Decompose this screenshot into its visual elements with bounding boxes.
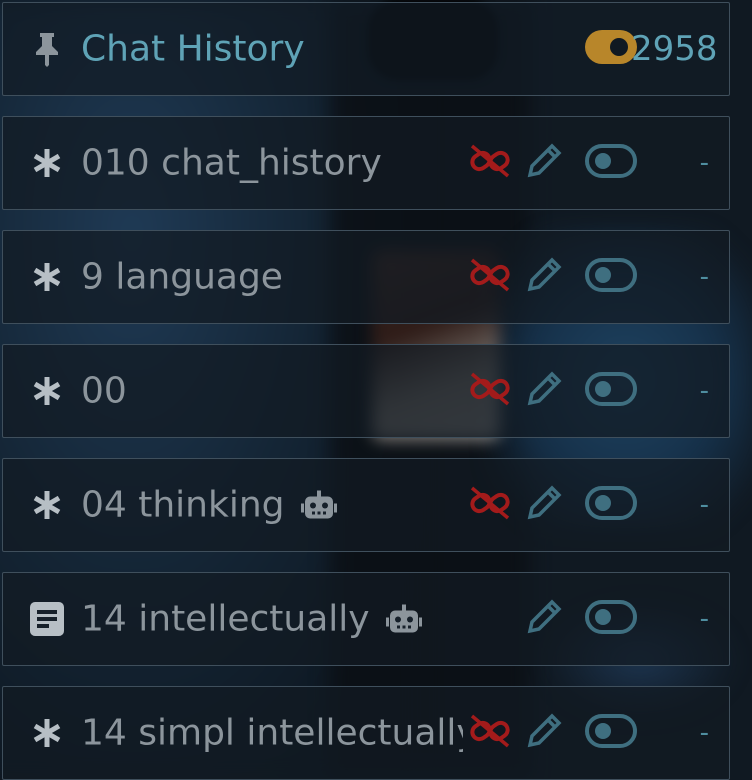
asterisk-icon — [29, 259, 65, 295]
page-title: Chat History — [81, 28, 305, 70]
robot-icon — [300, 490, 337, 520]
entry-value: - — [699, 148, 709, 178]
list-item[interactable]: 9 language - — [2, 230, 730, 324]
entry-label: 9 language — [81, 256, 283, 298]
edit-pencil-icon[interactable] — [526, 143, 562, 183]
edit-pencil-icon[interactable] — [526, 599, 562, 639]
pin-icon[interactable] — [29, 31, 65, 67]
edit-pencil-icon[interactable] — [526, 485, 562, 525]
token-count: 2958 — [631, 29, 718, 69]
enable-toggle[interactable] — [585, 372, 637, 410]
broken-link-icon[interactable] — [468, 486, 512, 524]
broken-link-icon[interactable] — [468, 144, 512, 182]
asterisk-icon — [29, 145, 65, 181]
asterisk-icon — [29, 715, 65, 751]
enable-toggle[interactable] — [585, 144, 637, 182]
document-icon — [29, 601, 65, 637]
master-toggle[interactable] — [585, 30, 637, 68]
entry-label: 14 intellectually — [81, 598, 370, 640]
chat-history-header[interactable]: Chat History 2958 — [2, 2, 730, 96]
list-item[interactable]: 14 intellectually - — [2, 572, 730, 666]
list-item[interactable]: 04 thinking - — [2, 458, 730, 552]
broken-link-icon[interactable] — [468, 372, 512, 410]
edit-pencil-icon[interactable] — [526, 713, 562, 753]
entry-value: - — [699, 718, 709, 748]
entry-label: 04 thinking — [81, 484, 285, 526]
entry-label: 00 — [81, 370, 127, 412]
entry-value: - — [699, 604, 709, 634]
enable-toggle[interactable] — [585, 600, 637, 638]
enable-toggle[interactable] — [585, 258, 637, 296]
entry-value: - — [699, 376, 709, 406]
broken-link-icon[interactable] — [468, 714, 512, 752]
list-item[interactable]: 00 - — [2, 344, 730, 438]
entry-title: 04 thinking — [81, 485, 337, 526]
robot-icon — [385, 604, 422, 634]
entry-value: - — [699, 490, 709, 520]
list-item[interactable]: 010 chat_history - — [2, 116, 730, 210]
list-item[interactable]: 14 simpl intellectually - — [2, 686, 730, 780]
asterisk-icon — [29, 373, 65, 409]
enable-toggle[interactable] — [585, 714, 637, 752]
entry-label: 14 simpl intellectually — [81, 712, 463, 754]
entry-value: - — [699, 262, 709, 292]
entry-label: 010 chat_history — [81, 142, 382, 184]
asterisk-icon — [29, 487, 65, 523]
enable-toggle[interactable] — [585, 486, 637, 524]
edit-pencil-icon[interactable] — [526, 371, 562, 411]
entry-title: 14 intellectually — [81, 599, 422, 640]
broken-link-icon[interactable] — [468, 258, 512, 296]
edit-pencil-icon[interactable] — [526, 257, 562, 297]
